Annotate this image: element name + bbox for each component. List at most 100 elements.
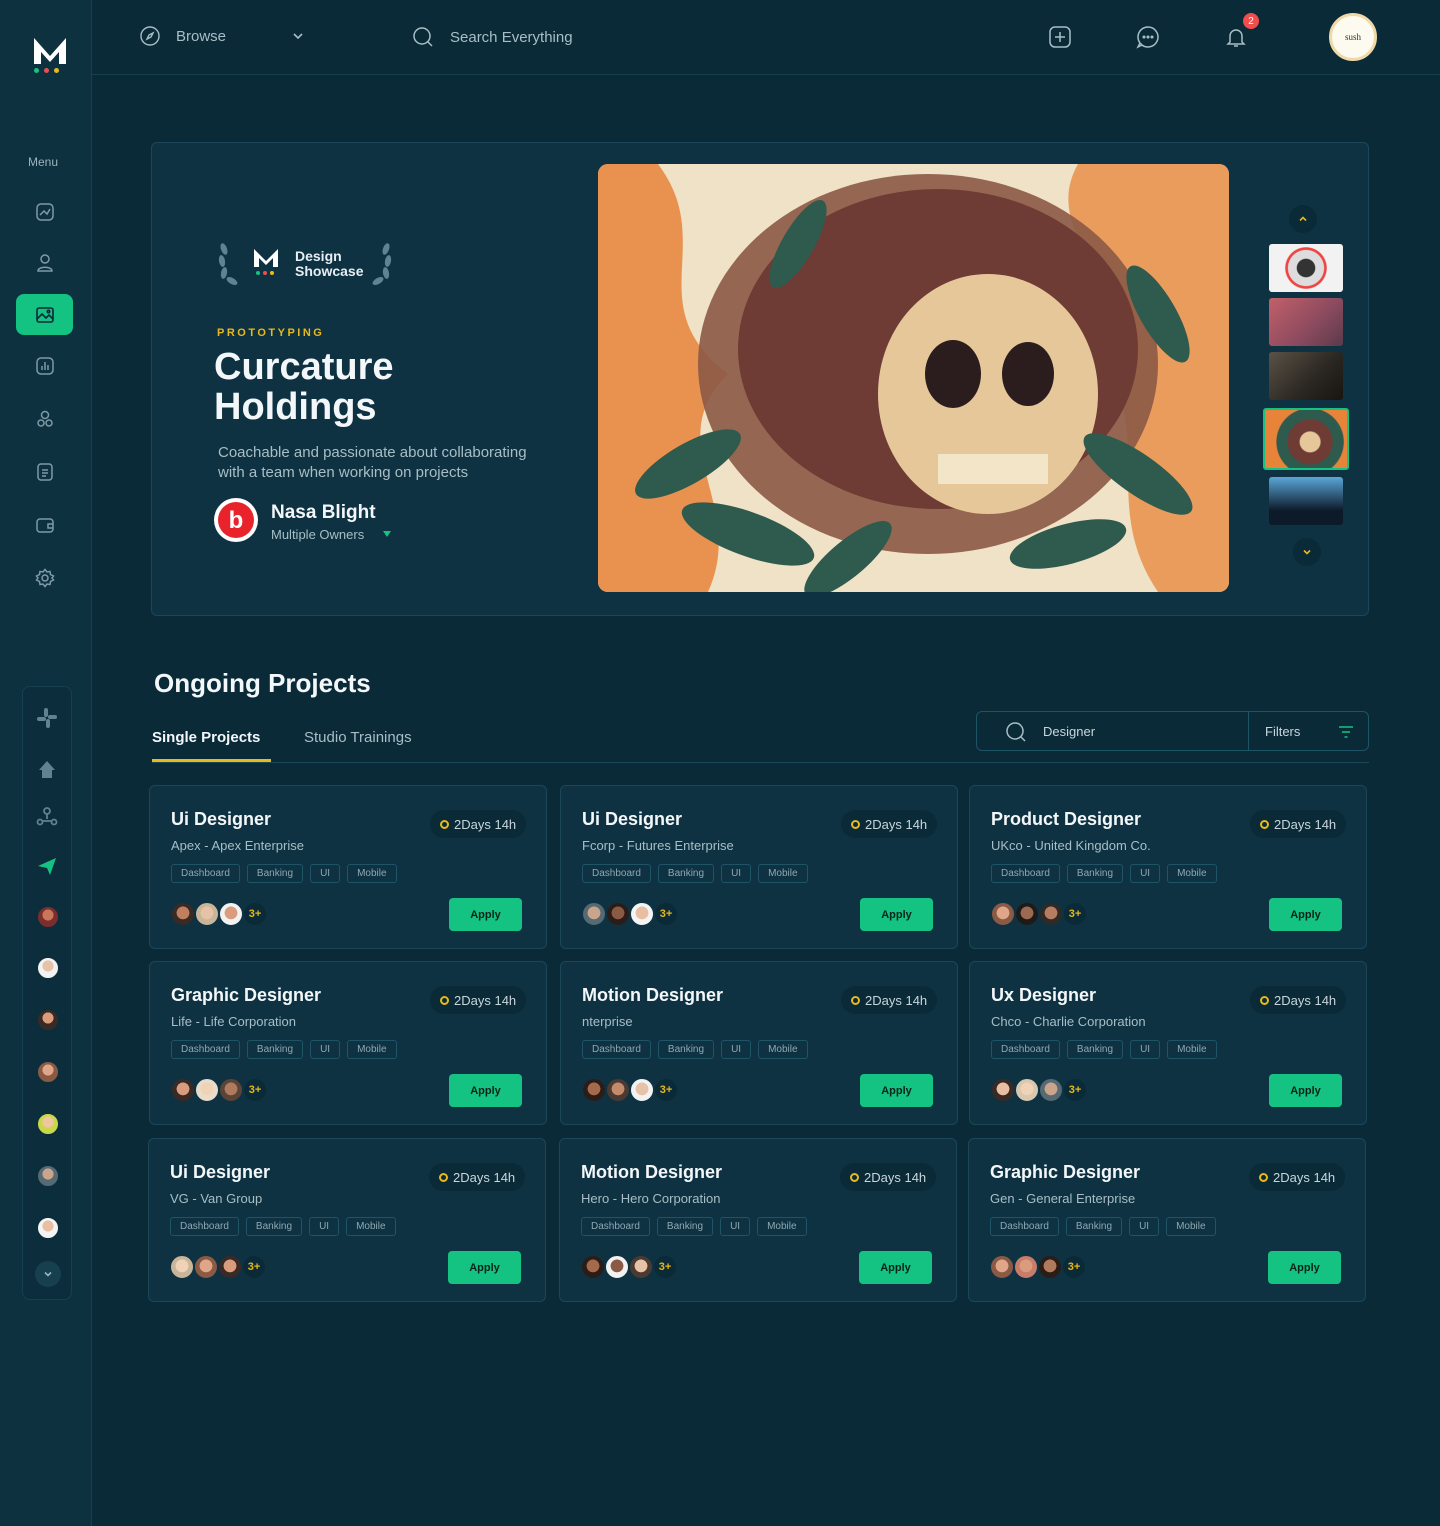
more-members-badge[interactable]: 3+ bbox=[653, 1077, 679, 1103]
avatar[interactable] bbox=[36, 1216, 60, 1240]
nav-profile[interactable] bbox=[16, 242, 73, 283]
tag[interactable]: Mobile bbox=[757, 1217, 807, 1236]
avatar[interactable] bbox=[170, 1077, 196, 1103]
owners-dropdown-caret[interactable] bbox=[383, 531, 391, 537]
tag[interactable]: Mobile bbox=[347, 864, 397, 883]
avatar[interactable] bbox=[990, 1077, 1016, 1103]
tag[interactable]: UI bbox=[1130, 864, 1161, 883]
apply-button[interactable]: Apply bbox=[859, 1251, 932, 1284]
avatar[interactable] bbox=[218, 1077, 244, 1103]
avatar[interactable] bbox=[193, 1254, 219, 1280]
tag[interactable]: UI bbox=[310, 864, 341, 883]
avatar[interactable] bbox=[605, 1077, 631, 1103]
user-avatar[interactable]: sush bbox=[1329, 13, 1377, 61]
tag[interactable]: Mobile bbox=[347, 1040, 397, 1059]
tag[interactable]: Banking bbox=[656, 1217, 714, 1236]
tag[interactable]: UI bbox=[1130, 1040, 1161, 1059]
more-members-badge[interactable]: 3+ bbox=[242, 1077, 268, 1103]
tag[interactable]: Dashboard bbox=[991, 864, 1060, 883]
avatar[interactable] bbox=[36, 956, 60, 980]
lamp-icon[interactable] bbox=[33, 755, 61, 783]
nav-wallet[interactable] bbox=[16, 504, 73, 545]
tag[interactable]: Dashboard bbox=[582, 864, 651, 883]
avatar[interactable] bbox=[605, 901, 631, 927]
filter-icon[interactable] bbox=[1338, 725, 1354, 739]
avatar[interactable] bbox=[1014, 901, 1040, 927]
thumbnail-next-button[interactable] bbox=[1293, 538, 1321, 566]
global-search[interactable]: Search Everything bbox=[412, 26, 573, 48]
tag[interactable]: Banking bbox=[246, 1040, 304, 1059]
avatar[interactable] bbox=[1014, 1077, 1040, 1103]
avatar[interactable] bbox=[36, 1164, 60, 1188]
tag[interactable]: UI bbox=[721, 864, 752, 883]
avatar[interactable] bbox=[628, 1254, 654, 1280]
thumbnail[interactable] bbox=[1269, 298, 1343, 346]
thumbnail-active[interactable] bbox=[1263, 408, 1349, 470]
avatar[interactable] bbox=[580, 1254, 606, 1280]
apply-button[interactable]: Apply bbox=[1269, 1074, 1342, 1107]
tag[interactable]: Banking bbox=[657, 864, 715, 883]
tag[interactable]: Dashboard bbox=[170, 1217, 239, 1236]
tag[interactable]: Banking bbox=[1066, 864, 1124, 883]
tag[interactable]: Banking bbox=[1065, 1217, 1123, 1236]
avatar[interactable] bbox=[36, 1060, 60, 1084]
avatar[interactable] bbox=[36, 905, 60, 929]
more-members-badge[interactable]: 3+ bbox=[653, 901, 679, 927]
network-icon[interactable] bbox=[33, 802, 61, 830]
browse-dropdown[interactable]: Browse bbox=[140, 26, 304, 46]
avatar[interactable] bbox=[1038, 901, 1064, 927]
add-button[interactable] bbox=[1047, 24, 1073, 50]
tag[interactable]: UI bbox=[310, 1040, 341, 1059]
filters-button[interactable]: Filters bbox=[1265, 724, 1300, 739]
avatar[interactable] bbox=[629, 1077, 655, 1103]
tag[interactable]: Banking bbox=[657, 1040, 715, 1059]
avatar[interactable] bbox=[217, 1254, 243, 1280]
tag[interactable]: Dashboard bbox=[581, 1217, 650, 1236]
avatar[interactable] bbox=[581, 1077, 607, 1103]
tag[interactable]: Mobile bbox=[1167, 864, 1217, 883]
nav-team[interactable] bbox=[16, 398, 73, 439]
tag[interactable]: UI bbox=[720, 1217, 751, 1236]
owner-name[interactable]: Nasa Blight bbox=[271, 502, 376, 524]
slack-icon[interactable] bbox=[33, 704, 61, 732]
tag[interactable]: Mobile bbox=[758, 1040, 808, 1059]
nav-gallery[interactable] bbox=[16, 294, 73, 335]
tab-studio-trainings[interactable]: Studio Trainings bbox=[304, 729, 412, 746]
owner-logo[interactable]: b bbox=[214, 498, 258, 542]
nav-reports[interactable] bbox=[16, 345, 73, 386]
apply-button[interactable]: Apply bbox=[448, 1251, 521, 1284]
tag[interactable]: UI bbox=[1129, 1217, 1160, 1236]
nav-settings[interactable] bbox=[16, 557, 73, 598]
apply-button[interactable]: Apply bbox=[1269, 898, 1342, 931]
avatar[interactable] bbox=[1013, 1254, 1039, 1280]
avatar[interactable] bbox=[1038, 1077, 1064, 1103]
send-icon[interactable] bbox=[33, 852, 61, 880]
avatar[interactable] bbox=[170, 901, 196, 927]
tag[interactable]: Mobile bbox=[346, 1217, 396, 1236]
tag[interactable]: Dashboard bbox=[171, 864, 240, 883]
project-search-input[interactable]: Designer bbox=[1043, 724, 1095, 739]
tag[interactable]: Mobile bbox=[1167, 1040, 1217, 1059]
avatar[interactable] bbox=[989, 1254, 1015, 1280]
apply-button[interactable]: Apply bbox=[449, 1074, 522, 1107]
tag[interactable]: Dashboard bbox=[991, 1040, 1060, 1059]
tag[interactable]: Banking bbox=[245, 1217, 303, 1236]
more-members-badge[interactable]: 3+ bbox=[1061, 1254, 1087, 1280]
notifications-button[interactable] bbox=[1223, 24, 1249, 50]
tag[interactable]: Banking bbox=[1066, 1040, 1124, 1059]
apply-button[interactable]: Apply bbox=[860, 1074, 933, 1107]
showcase-image[interactable] bbox=[598, 164, 1229, 592]
avatar[interactable] bbox=[581, 901, 607, 927]
avatar[interactable] bbox=[194, 1077, 220, 1103]
avatar[interactable] bbox=[990, 901, 1016, 927]
tag[interactable]: Mobile bbox=[1166, 1217, 1216, 1236]
avatar[interactable] bbox=[1037, 1254, 1063, 1280]
thumbnail[interactable] bbox=[1269, 244, 1343, 292]
avatar[interactable] bbox=[36, 1112, 60, 1136]
messages-button[interactable] bbox=[1135, 24, 1161, 50]
tab-single-projects[interactable]: Single Projects bbox=[152, 729, 260, 746]
nav-documents[interactable] bbox=[16, 451, 73, 492]
more-members-badge[interactable]: 3+ bbox=[1062, 901, 1088, 927]
tag[interactable]: Mobile bbox=[758, 864, 808, 883]
tag[interactable]: UI bbox=[309, 1217, 340, 1236]
